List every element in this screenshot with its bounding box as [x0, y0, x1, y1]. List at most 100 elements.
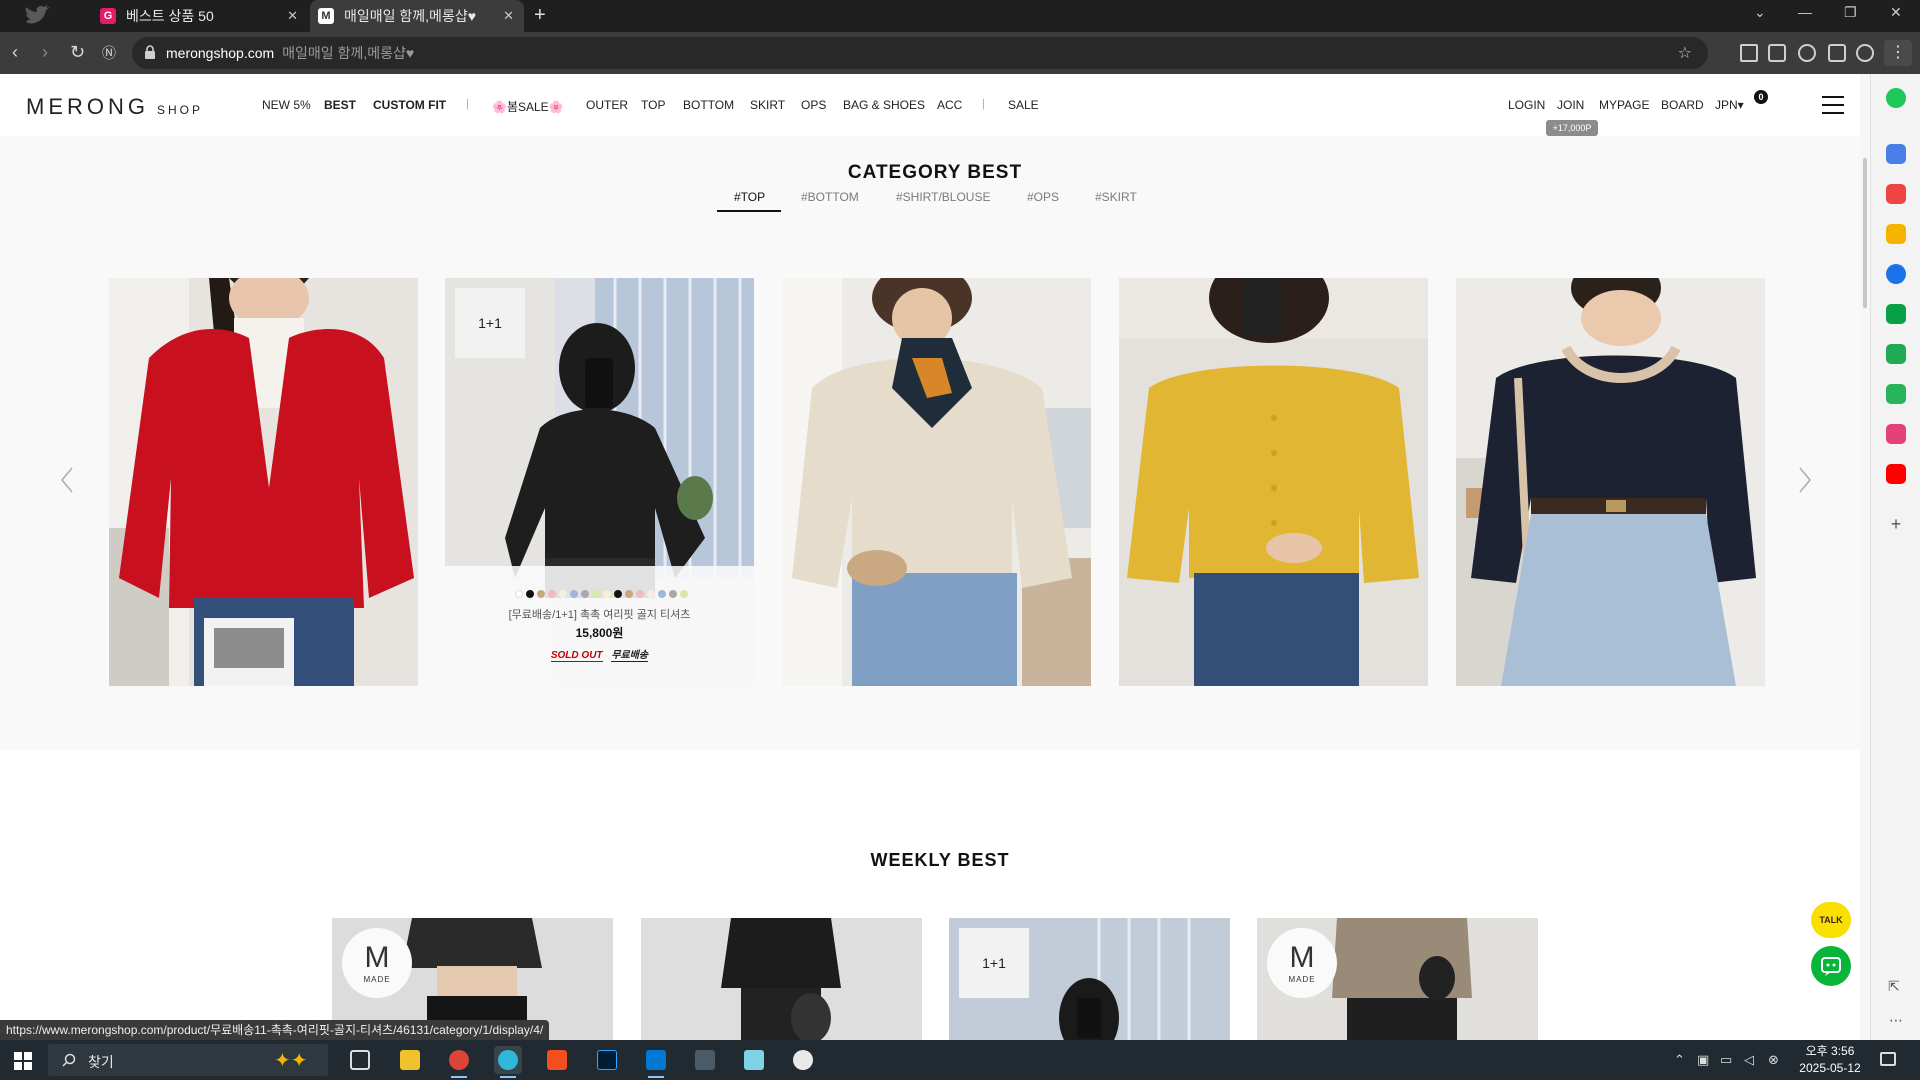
kakao-talk-button[interactable]: TALK: [1811, 902, 1851, 938]
sidebar-pocket-icon[interactable]: [1886, 184, 1906, 204]
chat-button[interactable]: [1811, 946, 1851, 986]
restore-icon[interactable]: ❐: [1844, 4, 1857, 21]
cast-icon[interactable]: [1768, 44, 1786, 62]
vscode-icon[interactable]: [642, 1046, 670, 1078]
nav-acc[interactable]: ACC: [937, 98, 962, 112]
sidebar-stock-icon[interactable]: [1886, 344, 1906, 364]
board-link[interactable]: BOARD: [1661, 98, 1704, 112]
swatch[interactable]: [680, 590, 688, 598]
taskbar-search[interactable]: 찾기 ✦✦: [48, 1044, 328, 1076]
swatch[interactable]: [559, 590, 567, 598]
split-view-icon[interactable]: [1828, 44, 1846, 62]
sidebar-edge-icon[interactable]: [1886, 264, 1906, 284]
carousel-next-icon[interactable]: [1796, 466, 1814, 494]
sidebar-chat-icon[interactable]: [1886, 384, 1906, 404]
weekly-product-card[interactable]: 1+1: [949, 918, 1230, 1040]
nav-new[interactable]: NEW 5%: [262, 98, 311, 112]
swatch[interactable]: [636, 590, 644, 598]
screenshot-icon[interactable]: [1798, 44, 1816, 62]
tray-meet-icon[interactable]: ▣: [1697, 1052, 1709, 1068]
calculator-icon[interactable]: [691, 1046, 719, 1074]
product-card[interactable]: [1119, 278, 1428, 686]
join-link[interactable]: JOIN: [1557, 98, 1584, 112]
page-scrollbar[interactable]: [1860, 74, 1870, 1040]
product-card[interactable]: [109, 278, 418, 686]
sidebar-add-icon[interactable]: +: [1886, 514, 1906, 535]
notes-app-icon[interactable]: [740, 1046, 768, 1074]
file-explorer-icon[interactable]: [396, 1046, 424, 1074]
pinned-bird-icon[interactable]: [22, 4, 62, 30]
tab-shirt-blouse[interactable]: #SHIRT/BLOUSE: [896, 190, 990, 204]
nav-sale[interactable]: SALE: [1008, 98, 1039, 112]
product-name[interactable]: [무료배송/1+1] 촉촉 여리핏 골지 티셔츠: [445, 606, 754, 622]
nav-top[interactable]: TOP: [641, 98, 665, 112]
nav-outer[interactable]: OUTER: [586, 98, 628, 112]
weekly-product-card[interactable]: M MADE: [1257, 918, 1538, 1040]
mypage-link[interactable]: MYPAGE: [1599, 98, 1649, 112]
sidebar-green-dot-icon[interactable]: [1886, 88, 1906, 108]
nav-custom-fit[interactable]: CUSTOM FIT: [373, 98, 446, 112]
tray-expand-icon[interactable]: ⌃: [1674, 1052, 1685, 1068]
bookmark-star-icon[interactable]: ☆: [1678, 43, 1692, 63]
address-bar[interactable]: merongshop.com 매일매일 함께,메롱샵♥ ☆: [132, 37, 1708, 69]
tab-top[interactable]: #TOP: [734, 190, 765, 204]
notification-icon[interactable]: [1880, 1052, 1896, 1066]
login-link[interactable]: LOGIN: [1508, 98, 1545, 112]
paint-app-icon[interactable]: [789, 1046, 817, 1074]
swatch[interactable]: [614, 590, 622, 598]
tab-best-50[interactable]: G 베스트 상품 50 ✕: [100, 0, 308, 32]
swatch[interactable]: [603, 590, 611, 598]
swatch[interactable]: [515, 590, 523, 598]
back-icon[interactable]: ‹: [12, 42, 18, 62]
sidebar-calendar-icon[interactable]: [1886, 144, 1906, 164]
weekly-product-card[interactable]: [641, 918, 922, 1040]
whale-browser-icon[interactable]: [494, 1046, 522, 1078]
tab-bottom[interactable]: #BOTTOM: [801, 190, 859, 204]
reload-icon[interactable]: ↻: [70, 42, 85, 62]
nav-ops[interactable]: OPS: [801, 98, 826, 112]
sidebar-youtube-icon[interactable]: [1886, 464, 1906, 484]
browser-menu-icon[interactable]: ⋮: [1884, 40, 1912, 66]
product-card[interactable]: [1456, 278, 1765, 686]
minimize-icon[interactable]: —: [1798, 4, 1812, 20]
swatch[interactable]: [537, 590, 545, 598]
product-card[interactable]: [782, 278, 1091, 686]
scrollbar-thumb[interactable]: [1863, 158, 1867, 308]
windows-start-icon[interactable]: [14, 1052, 32, 1070]
new-tab-button[interactable]: +: [534, 4, 546, 27]
hamburger-menu-icon[interactable]: [1822, 96, 1844, 114]
download-icon[interactable]: [1740, 44, 1758, 62]
task-view-icon[interactable]: [346, 1046, 374, 1074]
nav-skirt[interactable]: SKIRT: [750, 98, 785, 112]
close-window-icon[interactable]: ✕: [1890, 4, 1902, 21]
figma-icon[interactable]: [543, 1046, 571, 1074]
swatch[interactable]: [581, 590, 589, 598]
nav-bottom[interactable]: BOTTOM: [683, 98, 734, 112]
tray-volume-muted-icon[interactable]: ◁: [1744, 1052, 1754, 1068]
photoshop-icon[interactable]: [593, 1046, 621, 1074]
swatch[interactable]: [570, 590, 578, 598]
nav-best[interactable]: BEST: [324, 98, 356, 112]
forward-icon[interactable]: ›: [42, 42, 48, 62]
tab-close-icon[interactable]: ✕: [503, 8, 514, 24]
tab-close-icon[interactable]: ✕: [287, 8, 298, 24]
tray-network-icon[interactable]: ▭: [1720, 1052, 1732, 1068]
swatch[interactable]: [658, 590, 666, 598]
sidebar-instagram-icon[interactable]: [1886, 424, 1906, 444]
profile-icon[interactable]: [1856, 44, 1874, 62]
swatch[interactable]: [548, 590, 556, 598]
tab-search-chevron-icon[interactable]: ⌄: [1754, 4, 1766, 21]
site-logo[interactable]: MERONG SHOP: [26, 94, 203, 120]
tray-status-icon[interactable]: ⊗: [1768, 1052, 1779, 1068]
swatch[interactable]: [625, 590, 633, 598]
sidebar-star-icon[interactable]: [1886, 224, 1906, 244]
swatch[interactable]: [592, 590, 600, 598]
carousel-prev-icon[interactable]: [58, 466, 76, 494]
naver-n-icon[interactable]: Ⓝ: [102, 43, 116, 63]
sidebar-more-icon[interactable]: ⋯: [1889, 1012, 1903, 1029]
nav-spring-sale[interactable]: 🌸봄SALE🌸: [492, 98, 564, 115]
tab-skirt[interactable]: #SKIRT: [1095, 190, 1137, 204]
taskbar-clock[interactable]: 오후 3:56 2025-05-12: [1790, 1043, 1870, 1077]
nav-bag-shoes[interactable]: BAG & SHOES: [843, 98, 925, 112]
sidebar-naver-icon[interactable]: [1886, 304, 1906, 324]
